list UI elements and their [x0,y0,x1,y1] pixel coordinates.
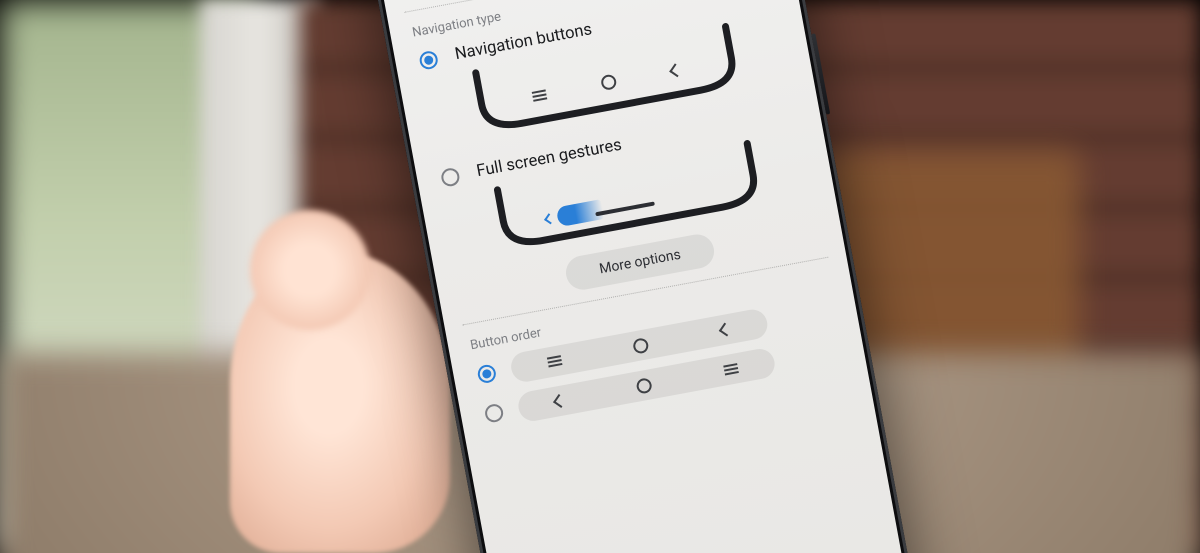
hand-thumb [230,250,450,553]
radio-icon [418,49,439,70]
recents-icon [532,89,548,101]
scene-background: 1:50 ⊘ 52% Navigation bar [0,0,1200,553]
radio-icon [440,166,461,187]
recents-icon [723,363,739,375]
back-key-icon [719,323,733,337]
recents-icon [547,355,563,367]
back-key-icon [553,394,567,408]
radio-icon [476,363,497,384]
home-icon [600,74,617,91]
radio-icon [484,403,505,424]
home-icon [632,337,649,354]
home-icon [636,377,653,394]
